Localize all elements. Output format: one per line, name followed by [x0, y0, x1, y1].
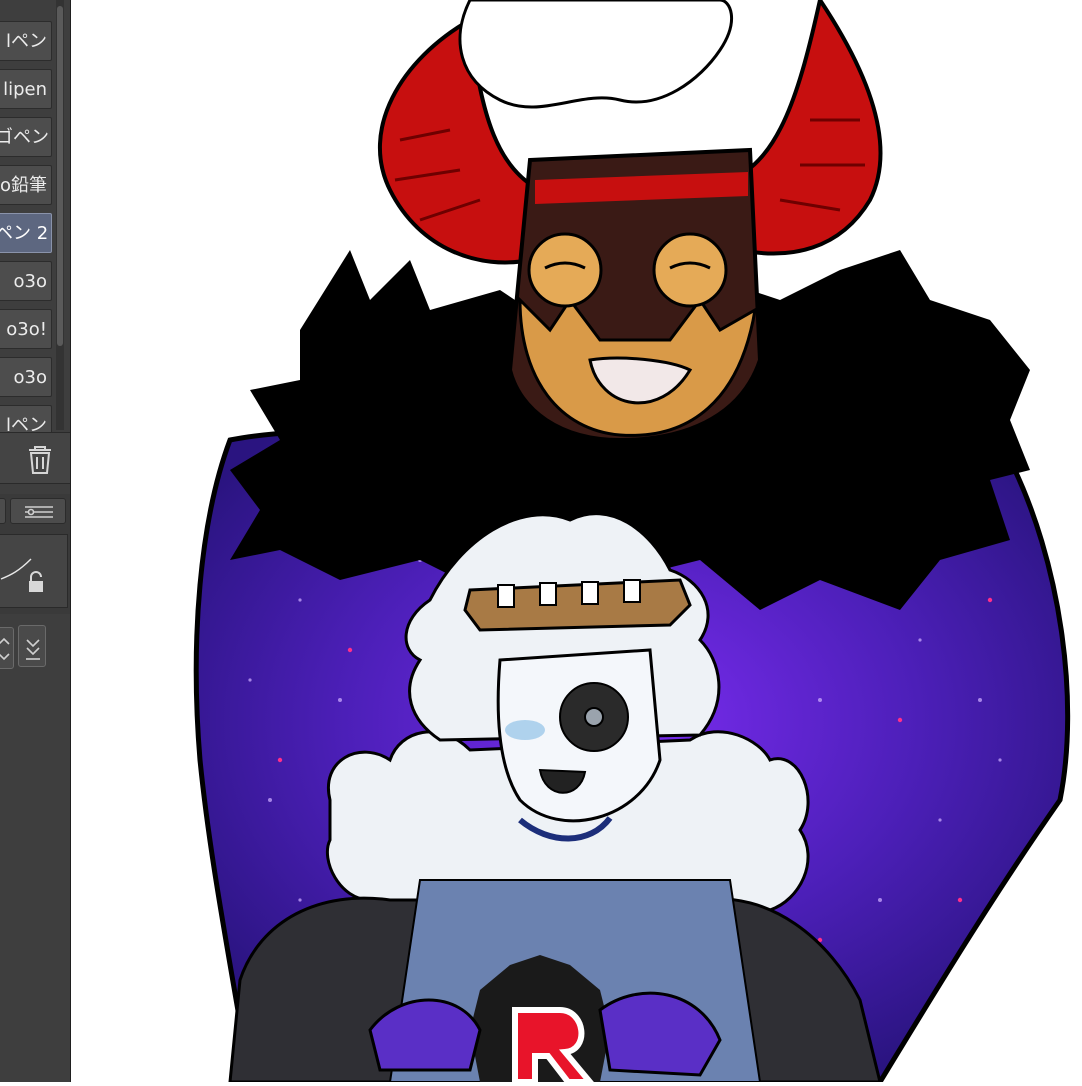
brush-item[interactable]: o3o [0, 357, 52, 397]
brush-settings-panel [0, 494, 70, 614]
stepper-icon [0, 637, 10, 661]
scrollbar-thumb[interactable] [57, 6, 63, 346]
layers-icon [25, 506, 53, 518]
brush-item[interactable]: o3o [0, 261, 52, 301]
gear-eyepatch [559, 682, 629, 752]
brush-sidebar: lペン lipen ゴペン o鉛筆 ペン 2 o3o o3o! o3o lペン [0, 0, 71, 1082]
brush-item[interactable]: o鉛筆 [0, 165, 52, 205]
right-eye-goggle [652, 232, 728, 308]
delete-brush-button[interactable] [0, 432, 70, 484]
artwork [193, 0, 1071, 1085]
brush-item[interactable]: lipen [0, 69, 52, 109]
brush-item-selected[interactable]: ペン 2 [0, 213, 52, 253]
brush-item[interactable]: ゴペン [0, 117, 52, 157]
chevrons-icon [26, 639, 40, 660]
trash-icon [29, 446, 51, 474]
drawing-canvas[interactable] [71, 0, 1082, 1085]
white-hair-puff [458, 0, 734, 109]
lock-icon[interactable] [29, 571, 43, 592]
panel-tab[interactable] [0, 498, 6, 524]
brush-item[interactable]: lペン [0, 21, 52, 61]
layers-tab-button[interactable] [10, 498, 66, 524]
stepper-button[interactable] [0, 627, 14, 669]
brush-item[interactable]: o3o! [0, 309, 52, 349]
brush-stroke-preview [0, 534, 68, 608]
left-eye-goggle [527, 232, 603, 308]
collapse-button[interactable] [18, 625, 46, 667]
brush-list-scrollbar[interactable] [56, 0, 64, 430]
